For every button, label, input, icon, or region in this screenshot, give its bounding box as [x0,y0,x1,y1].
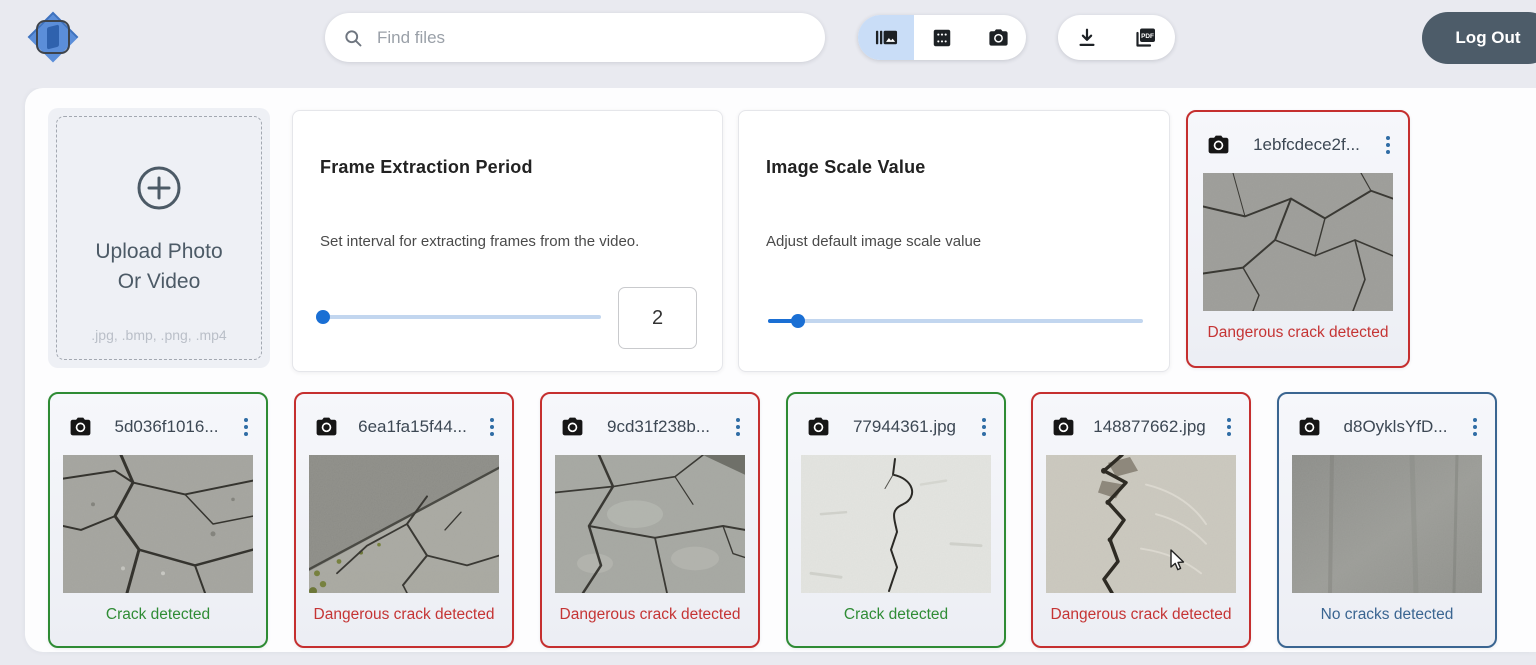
frame-extraction-description: Set interval for extracting frames from … [320,233,639,250]
detection-status-label: Dangerous crack detected [314,606,495,624]
camera-icon [1206,132,1231,157]
file-thumbnail[interactable] [1046,455,1236,593]
camera-icon [987,26,1010,49]
gallery-view-button[interactable] [858,15,914,60]
search-input[interactable] [377,28,797,48]
image-scale-description: Adjust default image scale value [766,233,981,250]
slider-thumb[interactable] [316,310,330,324]
file-thumbnail[interactable] [1292,455,1482,593]
file-name: 1ebfcdece2f... [1231,135,1382,155]
slider-thumb[interactable] [791,314,805,328]
file-card[interactable]: 1ebfcdece2f... Dangerous crack detected [1186,110,1410,368]
kebab-menu-icon[interactable] [1382,134,1394,156]
image-scale-card: Image Scale Value Adjust default image s… [738,110,1170,372]
file-card-header: 1ebfcdece2f... [1188,112,1408,157]
file-card-header: d8OyklsYfD... [1279,394,1495,439]
file-card[interactable]: 148877662.jpg Dangerous crack detected [1031,392,1251,648]
camera-icon [1297,414,1322,439]
export-group: PDF [1058,15,1175,60]
download-icon [1076,27,1098,49]
camera-icon [806,414,831,439]
frame-extraction-title: Frame Extraction Period [320,157,533,178]
detection-status-label: Dangerous crack detected [1208,324,1389,342]
svg-text:PDF: PDF [1141,32,1154,39]
detection-status-label: Crack detected [844,606,948,624]
detection-status-label: Crack detected [106,606,210,624]
file-thumbnail[interactable] [309,455,499,593]
detection-status-label: Dangerous crack detected [560,606,741,624]
kebab-menu-icon[interactable] [732,416,744,438]
search-bar [325,13,825,62]
frame-extraction-slider[interactable] [320,315,601,319]
file-card-header: 6ea1fa15f44... [296,394,512,439]
file-thumbnail[interactable] [1203,173,1393,311]
image-scale-slider[interactable] [768,319,1143,323]
kebab-menu-icon[interactable] [240,416,252,438]
file-card[interactable]: 9cd31f238b... Dangerous crack detected [540,392,760,648]
file-name: 9cd31f238b... [585,417,732,437]
upload-title: Upload Photo Or Video [89,237,229,298]
content-panel: Upload Photo Or Video .jpg, .bmp, .png, … [25,88,1536,652]
file-thumbnail[interactable] [63,455,253,593]
download-button[interactable] [1058,15,1116,60]
logout-button[interactable]: Log Out [1422,12,1536,64]
frame-extraction-card: Frame Extraction Period Set interval for… [292,110,723,372]
gallery-view-icon [875,26,898,49]
file-card-header: 5d036f1016... [50,394,266,439]
file-card[interactable]: 5d036f1016... Crack detected [48,392,268,648]
film-view-button[interactable] [914,15,970,60]
search-icon [343,28,363,48]
app-logo-icon[interactable] [26,10,80,64]
file-card-header: 77944361.jpg [788,394,1004,439]
file-card-header: 9cd31f238b... [542,394,758,439]
camera-icon [560,414,585,439]
upload-dashed-border: Upload Photo Or Video .jpg, .bmp, .png, … [56,116,262,360]
file-thumbnail[interactable] [801,455,991,593]
kebab-menu-icon[interactable] [978,416,990,438]
top-bar: PDF Log Out [0,0,1536,88]
film-icon [931,27,953,49]
pdf-icon: PDF [1133,26,1157,50]
image-scale-title: Image Scale Value [766,157,926,178]
file-thumbnail[interactable] [555,455,745,593]
upload-formats: .jpg, .bmp, .png, .mp4 [57,327,261,343]
upload-dropzone[interactable]: Upload Photo Or Video .jpg, .bmp, .png, … [48,108,270,368]
file-name: 148877662.jpg [1076,417,1223,437]
file-name: 6ea1fa15f44... [339,417,486,437]
pdf-export-button[interactable]: PDF [1116,15,1174,60]
kebab-menu-icon[interactable] [486,416,498,438]
file-card[interactable]: 6ea1fa15f44... Dangerous crack detected [294,392,514,648]
camera-icon [1051,414,1076,439]
file-card-header: 148877662.jpg [1033,394,1249,439]
kebab-menu-icon[interactable] [1223,416,1235,438]
view-toggle-group [858,15,1026,60]
camera-icon [68,414,93,439]
camera-icon [314,414,339,439]
detection-status-label: No cracks detected [1321,606,1454,624]
kebab-menu-icon[interactable] [1469,416,1481,438]
plus-circle-icon [136,165,182,211]
file-name: 77944361.jpg [831,417,978,437]
detection-status-label: Dangerous crack detected [1051,606,1232,624]
file-card[interactable]: d8OyklsYfD... No cracks detected [1277,392,1497,648]
file-name: 5d036f1016... [93,417,240,437]
logo-ring [36,20,70,54]
file-name: d8OyklsYfD... [1322,417,1469,437]
file-card[interactable]: 77944361.jpg Crack detected [786,392,1006,648]
camera-view-button[interactable] [970,15,1026,60]
frame-extraction-value-input[interactable] [618,287,697,349]
